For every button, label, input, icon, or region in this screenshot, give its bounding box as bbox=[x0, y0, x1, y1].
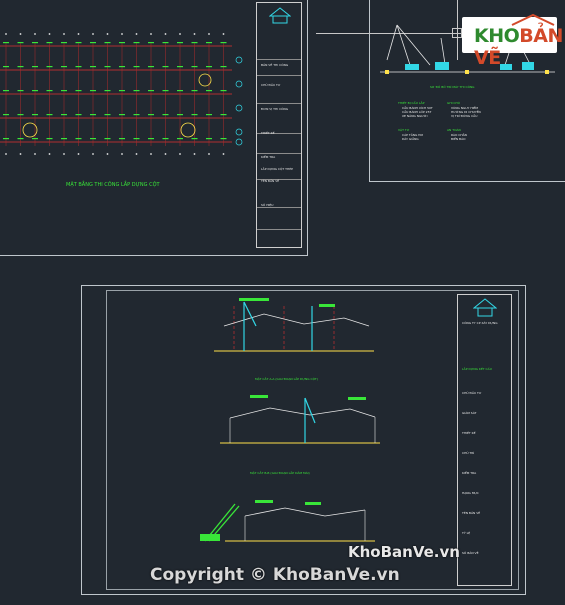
title-block-row-label: SỐ HIỆU bbox=[261, 203, 274, 207]
legend-group-title: AN TOÀN bbox=[447, 128, 461, 132]
khobanve-logo[interactable]: KHOBẢN VẼ bbox=[462, 13, 563, 69]
sections-company: CÔNG TY CP XÂY DỰNG bbox=[462, 321, 498, 325]
section-a-drawing bbox=[214, 298, 374, 352]
title-block-row-label: TÊN BẢN VẼ bbox=[462, 511, 481, 515]
crane-caption: SƠ ĐỒ BỐ TRÍ MÁY THI CÔNG bbox=[430, 85, 475, 89]
legend-group-title: VẬT TƯ bbox=[398, 128, 410, 132]
plan-drawing-title: LẮP DỰNG CỘT THÉP bbox=[261, 167, 293, 171]
legend-group-title: GHI CHÚ bbox=[447, 101, 460, 105]
section-b-caption: MẶT CẮT B-B (GIAI ĐOẠN LẮP DẦM MÁI) bbox=[250, 471, 310, 475]
title-block-row-label: TỶ LỆ bbox=[462, 531, 471, 535]
title-block-row-label: CHỦ TRÌ bbox=[462, 451, 475, 455]
legend-item: VỊ TRÍ ĐỨNG CẨU bbox=[451, 114, 478, 118]
title-block-row-label: KIỂM TRA bbox=[462, 471, 477, 475]
plan-title-block: BẢN VẼ THI CÔNG LẮP DỰNG CỘT THÉP CHỦ ĐẦ… bbox=[256, 2, 302, 248]
site-watermark: KhoBanVe.vn bbox=[348, 543, 460, 561]
title-block-row-label: THIẾT KẾ bbox=[462, 431, 476, 435]
section-a-caption: MẶT CẮT A-A (GIAI ĐOẠN LẮP DỰNG CỘT) bbox=[255, 377, 318, 381]
sections-title-block: CÔNG TY CP XÂY DỰNG LẮP DỰNG KẾT CẤU CHỦ… bbox=[457, 294, 512, 586]
title-block-row-label: THIẾT KẾ bbox=[261, 131, 275, 135]
column-plan-drawing bbox=[0, 33, 232, 155]
title-block-row-label: HẠNG MỤC bbox=[462, 491, 479, 495]
title-block-row-label: CHỦ ĐẦU TƯ bbox=[462, 391, 482, 395]
legend-item: BIỂN BÁO bbox=[451, 137, 466, 141]
title-block-row-label: TÊN BẢN VẼ bbox=[261, 179, 280, 183]
title-block-row-label: ĐƠN VỊ THI CÔNG bbox=[261, 107, 289, 111]
plan-section-label: BẢN VẼ THI CÔNG bbox=[261, 63, 289, 67]
legend-item: XE NÂNG NGƯỜI bbox=[402, 114, 428, 118]
legend-item: DÂY GIẰNG bbox=[402, 137, 419, 141]
section-b-drawing bbox=[220, 395, 380, 444]
company-emblem-icon bbox=[473, 298, 497, 317]
title-block-row-label: CHỦ ĐẦU TƯ bbox=[261, 83, 281, 87]
sections-drawing-title: LẮP DỰNG KẾT CẤU bbox=[462, 367, 492, 371]
plan-caption: MẶT BẰNG THI CÔNG LẮP DỰNG CỘT bbox=[66, 182, 160, 188]
legend-group-title: THIẾT BỊ CẨU LẮP bbox=[398, 101, 425, 105]
title-block-row-label: SỐ BẢN VẼ bbox=[462, 551, 479, 555]
title-block-row-label: KIỂM TRA bbox=[261, 155, 276, 159]
logo-text-part1: KHO bbox=[474, 25, 520, 47]
plan-axis-bubbles bbox=[235, 56, 243, 146]
title-block-row-label: GIÁM SÁT bbox=[462, 411, 477, 415]
copyright-watermark: Copyright © KhoBanVe.vn bbox=[150, 565, 400, 585]
company-emblem-icon bbox=[269, 7, 291, 24]
